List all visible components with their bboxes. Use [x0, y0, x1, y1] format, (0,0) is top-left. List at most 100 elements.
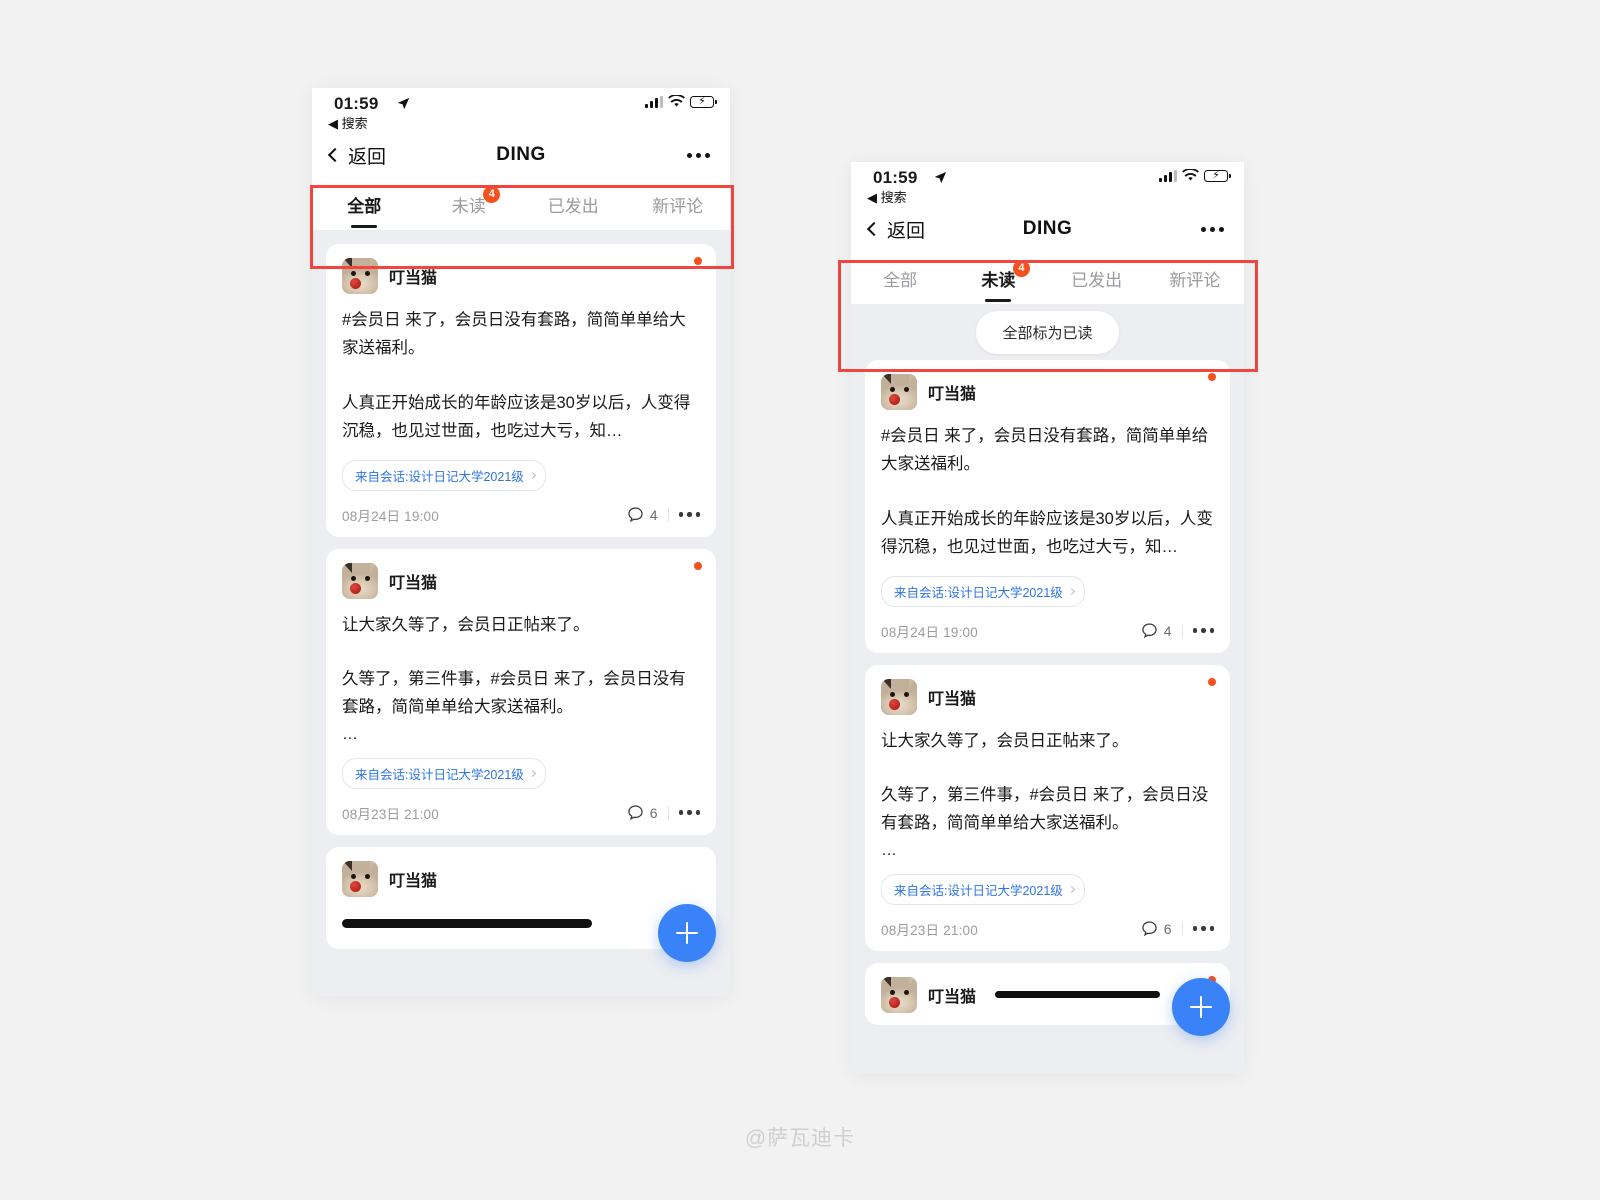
chevron-left-icon	[866, 221, 882, 237]
tab-label: 全部	[883, 270, 918, 290]
source-conversation-chip[interactable]: 来自会话:设计日记大学2021级	[881, 873, 1085, 905]
ding-feed-list[interactable]: 叮当猫 #会员日 来了，会员日没有套路，简简单单给大家送福利。 人真正开始成长的…	[312, 244, 730, 996]
location-arrow-icon	[934, 171, 947, 187]
source-label: 来自会话:设计日记大学2021级	[894, 585, 1063, 600]
unread-badge: 4	[483, 186, 501, 203]
comment-button[interactable]: 4	[627, 506, 658, 523]
tab-strip: 全部 未读 4 已发出 新评论 全部标为已读	[851, 252, 1244, 360]
nav-bar: 返回 DING	[312, 132, 730, 178]
card-more-button[interactable]	[1192, 926, 1214, 931]
wifi-icon	[668, 95, 685, 107]
card-paragraph-1: #会员日 来了，会员日没有套路，简简单单给大家送福利。	[342, 311, 686, 358]
comment-button[interactable]: 4	[1141, 622, 1172, 639]
card-header: 叮当猫	[881, 976, 1214, 1013]
card-more-button[interactable]	[678, 512, 700, 517]
author-name: 叮当猫	[389, 270, 438, 287]
comment-button[interactable]: 6	[627, 804, 658, 821]
card-body: #会员日 来了，会员日没有套路，简简单单给大家送福利。 人真正开始成长的年龄应该…	[881, 422, 1214, 562]
comment-bubble-icon	[1142, 623, 1157, 639]
timestamp: 08月24日 19:00	[342, 508, 439, 524]
card-header: 叮当猫	[881, 374, 1214, 410]
card-footer: 08月24日 19:00 4	[342, 505, 700, 525]
screenshot-canvas: 01:59 ◀ 搜索 ⚡ 返回 DING 全部 未读 4 已发出 新评论 叮当猫…	[0, 0, 1600, 1200]
footer-divider	[1181, 921, 1183, 936]
source-conversation-chip[interactable]: 来自会话:设计日记大学2021级	[881, 575, 1085, 607]
card-body: #会员日 来了，会员日没有套路，简简单单给大家送福利。 人真正开始成长的年龄应该…	[342, 306, 700, 446]
card-paragraph-1: #会员日 来了，会员日没有套路，简简单单给大家送福利。	[881, 427, 1209, 474]
avatar	[881, 374, 917, 410]
truncation-ellipsis: …	[881, 841, 899, 859]
status-back-to-search[interactable]: ◀ 搜索	[867, 187, 907, 206]
card-header: 叮当猫	[342, 562, 700, 599]
author-name: 叮当猫	[928, 690, 977, 708]
nav-back-button[interactable]: 返回	[327, 142, 387, 169]
card-more-button[interactable]	[1192, 628, 1214, 633]
timestamp: 08月23日 21:00	[342, 806, 439, 822]
wifi-icon	[1182, 169, 1199, 181]
tab-label: 未读	[451, 196, 486, 216]
unread-dot-icon	[1208, 677, 1216, 686]
tab-unread[interactable]: 未读 4	[949, 252, 1047, 304]
ding-card[interactable]: 叮当猫 让大家久等了，会员日正帖来了。 久等了，第三件事，#会员日 来了，会员日…	[865, 664, 1230, 951]
footer-divider	[667, 507, 669, 522]
footer-divider	[1181, 623, 1183, 638]
card-footer: 08月23日 21:00 6	[881, 919, 1214, 939]
card-header: 叮当猫	[342, 860, 700, 897]
tab-label: 全部	[347, 196, 382, 216]
avatar	[342, 562, 378, 599]
nav-back-button[interactable]: 返回	[866, 216, 926, 243]
comment-count: 6	[649, 804, 658, 821]
nav-back-label: 返回	[348, 146, 387, 168]
tab-all[interactable]: 全部	[851, 252, 949, 304]
card-body: 让大家久等了，会员日正帖来了。 久等了，第三件事，#会员日 来了，会员日没有套路…	[881, 727, 1214, 838]
unread-dot-icon	[694, 257, 702, 265]
battery-charging-icon: ⚡	[690, 95, 717, 108]
tab-strip: 全部 未读 4 已发出 新评论	[312, 178, 730, 244]
ding-card[interactable]: 叮当猫 #会员日 来了，会员日没有套路，简简单单给大家送福利。 人真正开始成长的…	[326, 244, 716, 537]
chevron-right-icon	[1067, 885, 1075, 893]
comment-bubble-icon	[628, 805, 643, 821]
card-paragraph-2: 人真正开始成长的年龄应该是30岁以后，人变得沉稳，也见过世面，也吃过大亏，知…	[881, 509, 1213, 557]
tab-sent[interactable]: 已发出	[1048, 252, 1146, 304]
status-indicators: ⚡	[645, 95, 717, 108]
tab-new-comments[interactable]: 新评论	[626, 178, 731, 230]
comment-button[interactable]: 6	[1141, 920, 1172, 937]
ding-card[interactable]: 叮当猫 #会员日 来了，会员日没有套路，简简单单给大家送福利。 人真正开始成长的…	[865, 360, 1230, 653]
card-header: 叮当猫	[881, 678, 1214, 715]
nav-more-button[interactable]	[1201, 226, 1224, 232]
comment-bubble-icon	[1142, 921, 1157, 937]
unread-dot-icon	[694, 561, 702, 570]
status-bar: 01:59 ◀ 搜索 ⚡	[312, 88, 730, 132]
tab-sent[interactable]: 已发出	[521, 178, 626, 230]
source-conversation-chip[interactable]: 来自会话:设计日记大学2021级	[342, 757, 546, 789]
author-name: 叮当猫	[389, 574, 438, 592]
tab-all[interactable]: 全部	[312, 178, 417, 230]
author-name: 叮当猫	[928, 988, 977, 1006]
avatar	[342, 258, 378, 294]
source-label: 来自会话:设计日记大学2021级	[355, 767, 524, 782]
nav-more-button[interactable]	[687, 152, 710, 158]
phone-mockup-left: 01:59 ◀ 搜索 ⚡ 返回 DING 全部 未读 4 已发出 新评论 叮当猫…	[312, 88, 730, 996]
card-footer: 08月24日 19:00 4	[881, 621, 1214, 641]
tab-subbar	[312, 230, 730, 244]
ding-card[interactable]: 叮当猫 让大家久等了，会员日正帖来了。 久等了，第三件事，#会员日 来了，会员日…	[326, 548, 716, 835]
ding-feed-list[interactable]: 叮当猫 #会员日 来了，会员日没有套路，简简单单给大家送福利。 人真正开始成长的…	[851, 360, 1244, 1074]
source-conversation-chip[interactable]: 来自会话:设计日记大学2021级	[342, 459, 546, 491]
card-more-button[interactable]	[678, 810, 700, 815]
tab-label: 新评论	[1169, 270, 1221, 290]
compose-ding-fab[interactable]	[658, 904, 716, 962]
battery-charging-icon: ⚡	[1204, 169, 1231, 182]
tab-label: 未读	[981, 270, 1016, 290]
status-back-to-search[interactable]: ◀ 搜索	[328, 113, 368, 132]
source-label: 来自会话:设计日记大学2021级	[894, 883, 1063, 898]
mark-all-read-button[interactable]: 全部标为已读	[976, 310, 1119, 354]
phone-mockup-right: 01:59 ◀ 搜索 ⚡ 返回 DING 全部 未读 4 已发出 新评论 全部标…	[851, 162, 1244, 1074]
author-name: 叮当猫	[928, 386, 977, 403]
tab-unread[interactable]: 未读 4	[417, 178, 522, 230]
tab-new-comments[interactable]: 新评论	[1146, 252, 1244, 304]
comment-count: 4	[1163, 622, 1172, 639]
card-footer: 08月23日 21:00 6	[342, 803, 700, 823]
card-body: 让大家久等了，会员日正帖来了。 久等了，第三件事，#会员日 来了，会员日没有套路…	[342, 611, 700, 722]
compose-ding-fab[interactable]	[1172, 978, 1230, 1036]
nav-back-label: 返回	[887, 220, 926, 242]
